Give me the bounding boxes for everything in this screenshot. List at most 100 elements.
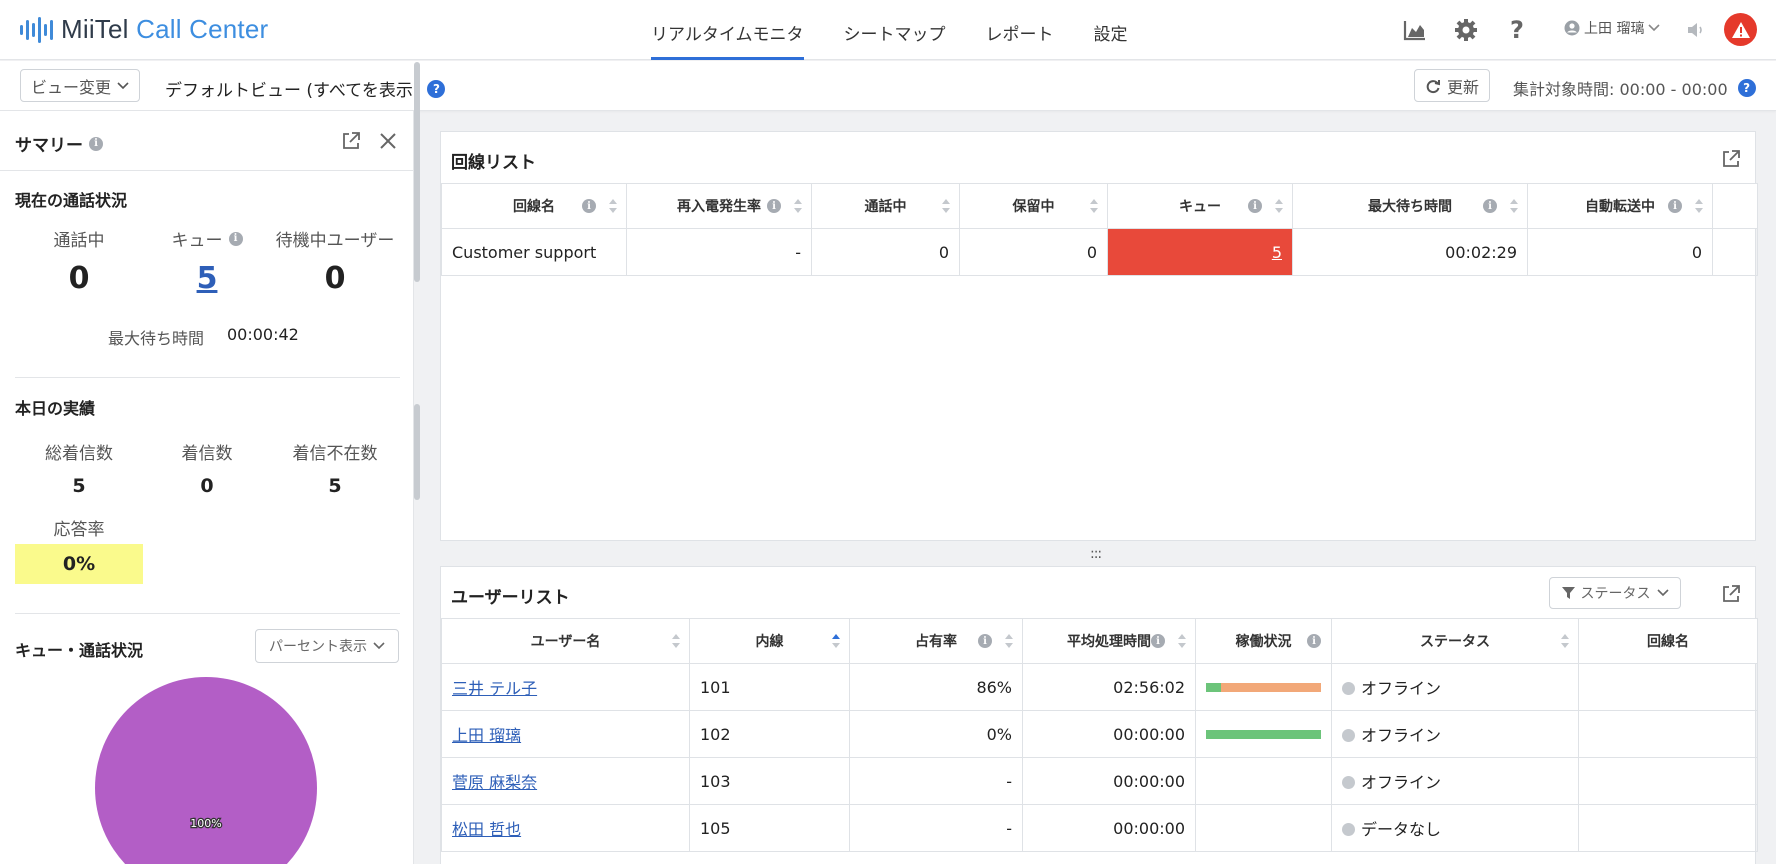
column-header-extension[interactable]: 内線 — [689, 618, 850, 664]
popout-icon[interactable] — [1721, 149, 1741, 173]
occupancy-cell: - — [849, 804, 1023, 852]
view-name-text: デフォルトビュー (すべてを表示) — [165, 81, 420, 101]
summary-panel: サマリー i 現在の通話状況 通話中 キュー i 待機中ユーザー 0 5 0 最… — [0, 111, 414, 864]
table-header-row: ユーザー名 内線 占有率 i 平均処理時間 i 稼働状況 i ステータス 回線名 — [441, 618, 1758, 664]
area-chart-icon[interactable] — [1402, 17, 1428, 43]
status-cell: オフライン — [1331, 757, 1579, 805]
info-icon[interactable]: i — [1151, 634, 1165, 648]
user-name-cell: 菅原 麻梨奈 — [441, 757, 690, 805]
help-icon[interactable]: ? — [1504, 16, 1530, 44]
display-mode-dropdown[interactable]: パーセント表示 — [255, 629, 399, 663]
sort-icon[interactable] — [1274, 198, 1284, 214]
chevron-down-icon — [1656, 589, 1669, 597]
pie-slice — [95, 677, 317, 864]
info-icon[interactable]: i — [228, 231, 243, 246]
sort-icon[interactable] — [1509, 198, 1519, 214]
popout-icon[interactable] — [341, 131, 361, 155]
alert-warning-icon[interactable] — [1724, 13, 1757, 46]
user-name-cell: 松田 哲也 — [441, 804, 690, 852]
info-icon[interactable]: i — [1307, 634, 1321, 648]
line-name-cell — [1578, 663, 1758, 711]
column-header-line-name[interactable]: 回線名 i — [441, 183, 627, 229]
sort-icon[interactable] — [1089, 198, 1099, 214]
activity-bar — [1206, 682, 1321, 692]
sort-icon[interactable] — [1177, 633, 1187, 649]
sort-ascending-icon[interactable] — [831, 633, 841, 649]
queue-value-link[interactable]: 5 — [142, 261, 272, 296]
column-header-line-name[interactable]: 回線名 — [1578, 618, 1758, 664]
info-icon[interactable]: i — [1668, 199, 1682, 213]
column-header-queue[interactable]: キュー i — [1107, 183, 1293, 229]
info-icon[interactable]: i — [978, 634, 992, 648]
sort-icon[interactable] — [1694, 198, 1704, 214]
tab-report[interactable]: レポート — [986, 0, 1054, 60]
column-header-auto-forward[interactable]: 自動転送中 i — [1527, 183, 1713, 229]
gear-icon[interactable] — [1453, 17, 1479, 43]
user-name-link[interactable]: 三井 テル子 — [452, 679, 537, 698]
column-header-max-wait[interactable]: 最大待ち時間 i — [1292, 183, 1528, 229]
column-header-user-name[interactable]: ユーザー名 — [441, 618, 690, 664]
status-cell: データなし — [1331, 804, 1579, 852]
summary-title-text: サマリー — [15, 136, 83, 156]
info-icon[interactable]: i — [89, 136, 103, 151]
user-menu[interactable]: 上田 瑠璃 — [1564, 18, 1661, 38]
column-header-in-call[interactable]: 通話中 — [811, 183, 960, 229]
line-name-cell — [1578, 804, 1758, 852]
avg-handle-time-cell: 00:00:00 — [1022, 710, 1196, 758]
column-header-avg-handle-time[interactable]: 平均処理時間 i — [1022, 618, 1196, 664]
info-icon[interactable]: i — [1483, 199, 1497, 213]
column-header-status[interactable]: ステータス — [1331, 618, 1579, 664]
view-change-dropdown[interactable]: ビュー変更 — [20, 69, 141, 102]
panel-resize-handle[interactable]: ::: — [1090, 546, 1102, 562]
current-status-heading: 現在の通話状況 — [15, 191, 128, 210]
info-icon[interactable]: i — [767, 199, 781, 213]
column-header-on-hold[interactable]: 保留中 — [959, 183, 1108, 229]
view-help-icon[interactable]: ? — [427, 79, 446, 98]
user-name-cell: 三井 テル子 — [441, 663, 690, 711]
sort-icon[interactable] — [1004, 633, 1014, 649]
sort-icon[interactable] — [1560, 633, 1570, 649]
period-help-icon[interactable]: ? — [1737, 79, 1756, 97]
summary-scrollbar-thumb[interactable] — [414, 404, 420, 500]
display-mode-label: パーセント表示 — [269, 639, 367, 655]
info-icon[interactable]: i — [582, 199, 596, 213]
table-row[interactable]: 上田 瑠璃 102 0% 00:00:00 オフライン — [441, 710, 1758, 758]
in-call-value: 0 — [68, 261, 90, 296]
close-icon[interactable] — [379, 132, 397, 154]
column-header-occupancy[interactable]: 占有率 i — [849, 618, 1023, 664]
activity-cell — [1195, 804, 1332, 852]
sort-icon[interactable] — [671, 633, 681, 649]
column-header-activity[interactable]: 稼働状況 i — [1195, 618, 1332, 664]
status-filter-dropdown[interactable]: ステータス — [1549, 577, 1681, 609]
tab-realtime-monitor[interactable]: リアルタイムモニタ — [651, 0, 804, 60]
auto-forward-cell: 0 — [1527, 228, 1713, 276]
column-header-reentry-rate[interactable]: 再入電発生率 i — [626, 183, 812, 229]
app-logo[interactable]: MiiTel Call Center — [20, 14, 268, 45]
view-change-label: ビュー変更 — [31, 77, 112, 97]
table-row[interactable]: Customer support - 0 0 5 00:02:29 0 — [441, 228, 1758, 276]
popout-icon[interactable] — [1721, 584, 1741, 608]
table-row[interactable]: 松田 哲也 105 - 00:00:00 データなし — [441, 804, 1758, 852]
sort-icon[interactable] — [793, 198, 803, 214]
user-name-link[interactable]: 菅原 麻梨奈 — [452, 773, 537, 792]
info-icon[interactable]: i — [1248, 199, 1262, 213]
user-name-link[interactable]: 松田 哲也 — [452, 820, 521, 839]
summary-scrollbar[interactable] — [414, 62, 420, 282]
aggregation-period: 集計対象時間: 00:00 - 00:00 ? — [1513, 76, 1756, 100]
speaker-icon[interactable] — [1683, 17, 1709, 43]
refresh-button[interactable]: 更新 — [1414, 69, 1491, 102]
divider — [15, 613, 400, 614]
sort-icon[interactable] — [608, 198, 618, 214]
table-row[interactable]: 三井 テル子 101 86% 02:56:02 オフライン — [441, 663, 1758, 711]
queue-count-link[interactable]: 5 — [1272, 243, 1282, 262]
tab-seat-map[interactable]: シートマップ — [844, 0, 946, 60]
status-dot-icon — [1342, 729, 1355, 742]
missed-incoming-value: 5 — [328, 475, 342, 497]
tab-settings[interactable]: 設定 — [1094, 0, 1128, 60]
line-list-panel: 回線リスト 回線名 i 再入電発生率 i 通話中 保留中 キュー i 最大待ち時間 i … — [440, 131, 1758, 541]
incoming-value: 0 — [200, 475, 214, 497]
user-name-link[interactable]: 上田 瑠璃 — [452, 726, 521, 745]
table-row[interactable]: 菅原 麻梨奈 103 - 00:00:00 オフライン — [441, 757, 1758, 805]
sort-icon[interactable] — [941, 198, 951, 214]
chevron-down-icon — [373, 642, 385, 650]
